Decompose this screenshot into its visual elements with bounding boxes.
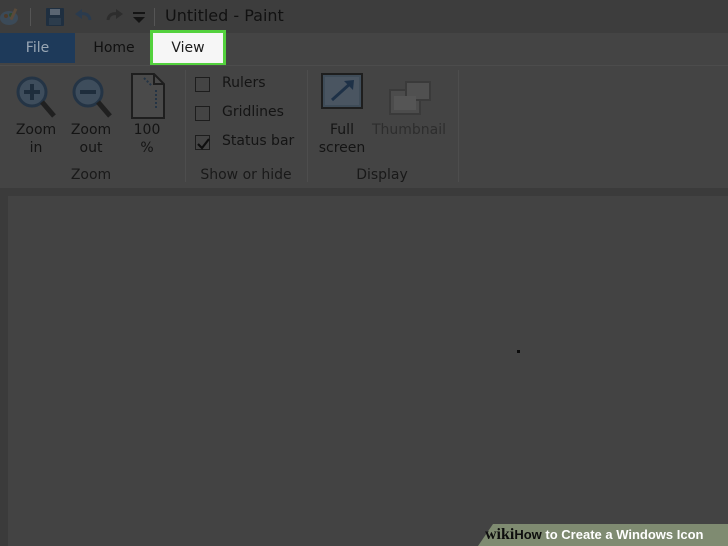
full-screen-icon[interactable] (320, 72, 364, 112)
group-separator (307, 70, 308, 182)
zoom-group-label: Zoom (70, 167, 112, 183)
actual-size-icon[interactable] (130, 72, 166, 120)
undo-icon[interactable] (73, 6, 95, 28)
drawing-canvas[interactable] (8, 196, 728, 546)
zoom-out-icon[interactable] (70, 74, 114, 120)
tab-view[interactable]: View (150, 30, 226, 66)
display-group-label: Display (356, 167, 408, 183)
qat-separator (154, 8, 155, 26)
tab-home[interactable]: Home (88, 33, 140, 63)
watermark: wikiHow to Create a Windows Icon (485, 526, 703, 544)
status-bar-checkbox[interactable] (195, 135, 210, 150)
paint-app-icon[interactable] (0, 6, 20, 28)
redo-icon[interactable] (103, 6, 125, 28)
zoom-in-label-1: Zoom (15, 122, 57, 138)
thumbnail-label: Thumbnail (371, 122, 447, 138)
mouse-cursor (517, 350, 520, 353)
group-separator (458, 70, 459, 182)
thumbnail-icon (389, 81, 431, 115)
full-screen-label-2: screen (318, 140, 366, 156)
rulers-label: Rulers (222, 75, 266, 91)
status-bar-label: Status bar (222, 133, 295, 149)
zoom-in-icon[interactable] (14, 74, 58, 120)
customize-dropdown-icon[interactable] (128, 6, 150, 28)
show-hide-group-label: Show or hide (200, 167, 292, 183)
group-separator (185, 70, 186, 182)
zoom-out-label-1: Zoom (70, 122, 112, 138)
gridlines-checkbox[interactable] (195, 106, 210, 121)
tab-file[interactable]: File (0, 33, 75, 63)
save-icon[interactable] (44, 6, 66, 28)
gridlines-label: Gridlines (222, 104, 284, 120)
checkmark-icon (197, 138, 210, 150)
watermark-wiki: wiki (485, 526, 515, 543)
zoom-out-label-2: out (79, 140, 103, 156)
rulers-checkbox[interactable] (195, 77, 210, 92)
watermark-how: How (514, 527, 542, 542)
watermark-title: to Create a Windows Icon (541, 527, 704, 542)
hundred-percent-label-2: % (140, 140, 154, 156)
window-title: Untitled - Paint (165, 6, 284, 25)
qat-separator (30, 8, 31, 26)
full-screen-label-1: Full (330, 122, 354, 138)
hundred-percent-label-1: 100 (133, 122, 161, 138)
zoom-in-label-2: in (29, 140, 43, 156)
